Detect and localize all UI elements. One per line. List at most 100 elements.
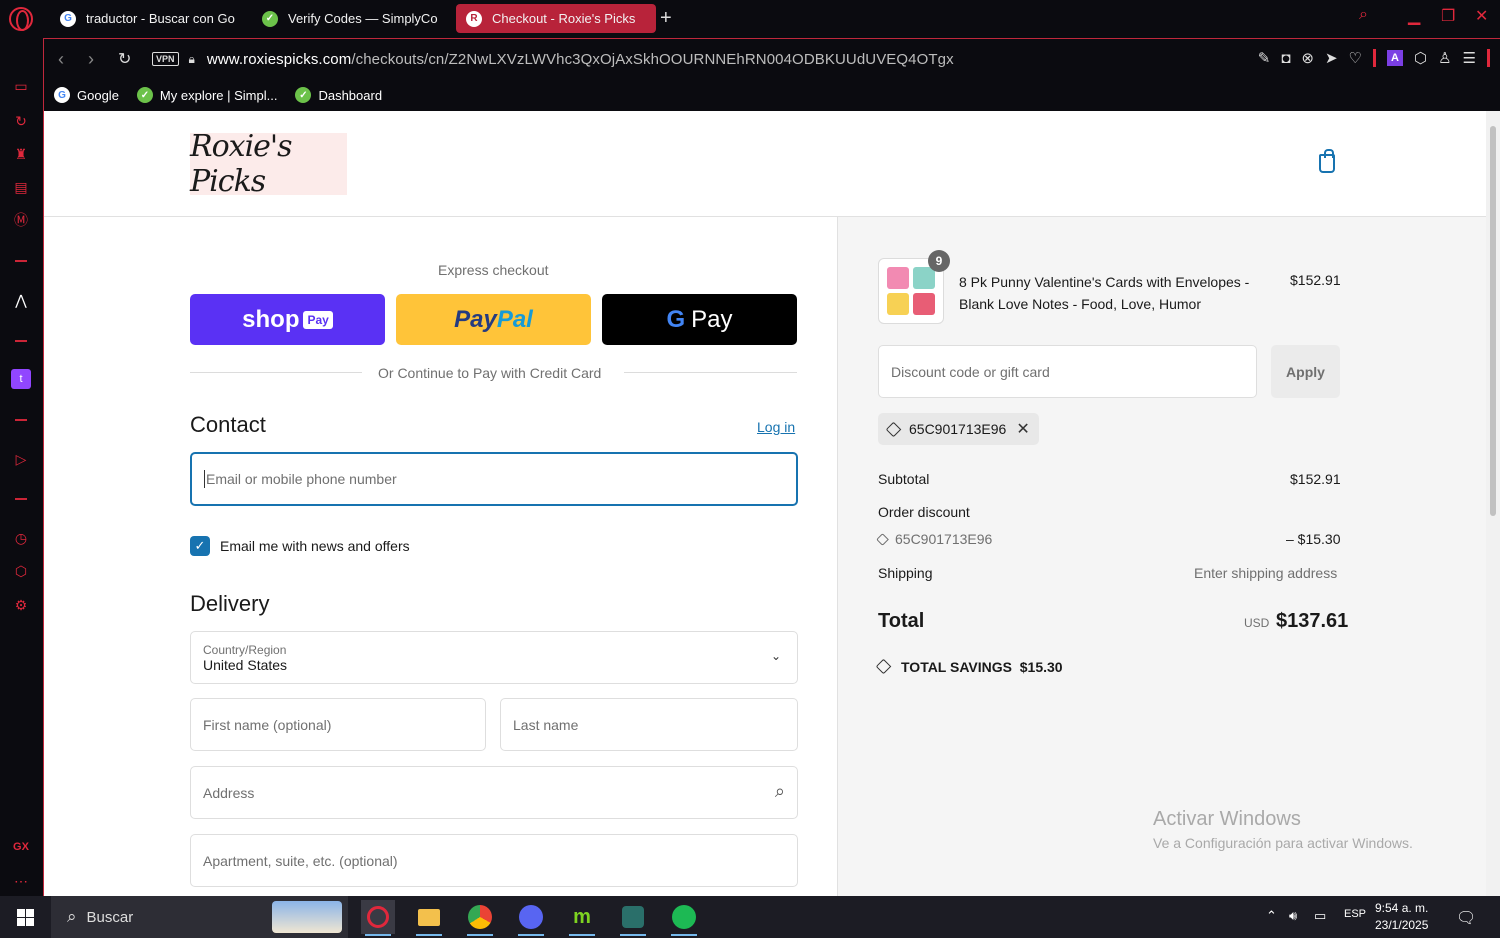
apply-button[interactable]: Apply xyxy=(1271,345,1340,398)
discount-code-field[interactable]: Discount code or gift card xyxy=(878,345,1257,398)
shop-pay-label: shop xyxy=(242,305,300,333)
reload-icon[interactable]: ↻ xyxy=(118,49,134,69)
remove-code-icon[interactable]: ✕ xyxy=(1016,419,1029,439)
shop-pay-button[interactable]: shop Pay xyxy=(190,294,385,345)
windows-start-icon[interactable] xyxy=(17,909,34,926)
settings-gear-icon[interactable]: ⚙ xyxy=(11,595,31,615)
country-select[interactable]: Country/Region United States ⌄ xyxy=(190,631,798,684)
spotify-icon[interactable] xyxy=(667,900,701,936)
profile-icon[interactable]: ♙ xyxy=(1438,49,1451,67)
country-value: United States xyxy=(203,656,288,673)
shopping-bag-icon[interactable] xyxy=(1319,149,1335,173)
product-title: 8 Pk Punny Valentine's Cards with Envelo… xyxy=(959,271,1249,315)
last-name-field[interactable]: Last name xyxy=(500,698,798,751)
tab-traductor[interactable]: G traductor - Buscar con Go xyxy=(50,4,245,33)
cube-icon[interactable]: ⬡ xyxy=(1414,49,1427,67)
bookmark-dashboard[interactable]: ✓ Dashboard xyxy=(295,87,382,103)
first-name-placeholder: First name (optional) xyxy=(203,716,332,733)
tab-title: Checkout - Roxie's Picks xyxy=(492,11,636,26)
apartment-field[interactable]: Apartment, suite, etc. (optional) xyxy=(190,834,798,887)
tab-checkout[interactable]: R Checkout - Roxie's Picks xyxy=(456,4,656,33)
bookmark-label: Google xyxy=(77,87,119,103)
store-logo[interactable]: Roxie's Picks xyxy=(190,129,347,199)
applied-discount-chip: 65C901713E96 ✕ xyxy=(878,413,1039,445)
bookmarks-bar: G Google ✓ My explore | Simpl... ✓ Dashb… xyxy=(44,79,1500,111)
chrome-icon[interactable] xyxy=(463,900,497,936)
paypal-label-pal: Pal xyxy=(496,305,533,333)
minimize-icon[interactable]: ▁ xyxy=(1408,6,1420,26)
google-pay-button[interactable]: G Pay xyxy=(602,294,797,345)
news-checkbox-label: Email me with news and offers xyxy=(220,538,410,554)
gx-cleaner-icon[interactable]: ↻ xyxy=(11,111,31,131)
express-checkout-label: Express checkout xyxy=(438,262,549,278)
forward-icon[interactable]: › xyxy=(88,49,104,70)
tab-search-icon[interactable]: ⌕ xyxy=(1359,6,1368,24)
product-title-line2: Blank Love Notes - Food, Love, Humor xyxy=(959,296,1202,312)
news-checkbox[interactable]: ✓ xyxy=(190,536,210,556)
paypal-button[interactable]: Pay Pal xyxy=(396,294,591,345)
first-name-field[interactable]: First name (optional) xyxy=(190,698,486,751)
adblock-icon[interactable]: ⊗ xyxy=(1301,49,1314,67)
taskbar-clock[interactable]: 9:54 a. m. 23/1/2025 xyxy=(1375,900,1428,934)
opera-sidebar: ▭ ↻ ♜ ▤ Ⓜ ⋀ t ▷ ◷ ⬡ ⚙ GX ⋯ xyxy=(0,38,43,896)
subtotal-label: Subtotal xyxy=(878,471,930,487)
camera-icon[interactable]: ◘ xyxy=(1281,50,1290,67)
bookmark-my-explore[interactable]: ✓ My explore | Simpl... xyxy=(136,87,278,103)
gx-corner-icon[interactable]: ♜ xyxy=(11,144,31,164)
tab-verify-codes[interactable]: ✓ Verify Codes — SimplyCo xyxy=(252,4,447,33)
discount-code: 65C901713E96 xyxy=(895,531,993,547)
quantity-badge: 9 xyxy=(928,250,950,272)
mango-app-icon[interactable]: m xyxy=(565,900,599,936)
opera-menu-icon[interactable] xyxy=(9,7,33,31)
discord-icon[interactable] xyxy=(514,900,548,936)
network-icon[interactable]: ▭ xyxy=(1314,908,1326,924)
language-indicator[interactable]: ESP xyxy=(1344,908,1366,920)
vpn-badge[interactable]: VPN xyxy=(152,52,179,66)
tab-title: Verify Codes — SimplyCo xyxy=(288,11,438,26)
sidebar-divider xyxy=(15,498,27,500)
gx-logo-icon[interactable]: GX xyxy=(11,837,31,857)
shipping-label: Shipping xyxy=(878,565,933,581)
login-link[interactable]: Log in xyxy=(757,419,795,435)
scrollbar-thumb[interactable] xyxy=(1490,126,1496,516)
opera-gx-taskbar-icon[interactable] xyxy=(361,900,395,936)
maximize-icon[interactable]: ❐ xyxy=(1441,6,1455,26)
video-player-icon[interactable]: ▷ xyxy=(11,449,31,469)
taskbar-search[interactable]: ⌕ Buscar xyxy=(51,896,348,938)
volume-icon[interactable]: 🔊︎ xyxy=(1289,908,1297,924)
extension-a-icon[interactable]: A xyxy=(1386,50,1403,66)
bookmark-google[interactable]: G Google xyxy=(54,87,119,103)
tray-chevron-up-icon[interactable]: ⌃ xyxy=(1266,908,1277,924)
easy-setup-icon[interactable]: ☰ xyxy=(1463,49,1476,67)
extensions-icon[interactable]: ⬡ xyxy=(11,561,31,581)
new-tab-plus-icon[interactable]: + xyxy=(660,7,672,29)
more-icon[interactable]: ⋯ xyxy=(11,871,31,891)
last-name-placeholder: Last name xyxy=(513,716,579,733)
url-field[interactable]: www.roxiespicks.com/checkouts/cn/Z2NwLXV… xyxy=(207,51,954,68)
file-explorer-icon[interactable] xyxy=(412,900,446,936)
contact-heading: Contact xyxy=(190,412,266,437)
page-scrollbar[interactable] xyxy=(1486,111,1500,896)
send-icon[interactable]: ➤ xyxy=(1325,49,1338,67)
aria-icon[interactable]: ⋀ xyxy=(11,290,31,310)
email-field[interactable]: Email or mobile phone number xyxy=(190,452,798,506)
player-icon[interactable]: ▤ xyxy=(11,177,31,197)
roxies-picks-icon: R xyxy=(466,10,482,27)
product-price: $152.91 xyxy=(1290,272,1341,288)
bookmark-label: My explore | Simpl... xyxy=(159,87,278,103)
address-field[interactable]: Address ⌕ xyxy=(190,766,798,819)
game-launcher-icon[interactable] xyxy=(616,900,650,936)
windows-watermark-text: Ve a Configuración para activar Windows. xyxy=(1153,835,1413,851)
twitch-icon[interactable]: t xyxy=(11,369,31,389)
heart-icon[interactable]: ♡ xyxy=(1349,49,1362,67)
lock-icon[interactable]: 🔒︎ xyxy=(189,52,195,67)
gx-control-icon[interactable]: ▭ xyxy=(11,76,31,96)
url-domain: www.roxiespicks.com xyxy=(206,50,352,68)
notifications-icon[interactable]: 🗨︎ xyxy=(1456,908,1476,928)
history-icon[interactable]: ◷ xyxy=(11,528,31,548)
messenger-icon[interactable]: Ⓜ xyxy=(11,210,31,230)
back-icon[interactable]: ‹ xyxy=(58,49,74,70)
shipping-value: Enter shipping address xyxy=(1194,565,1338,581)
close-window-icon[interactable]: ✕ xyxy=(1475,6,1488,26)
edit-snapshot-icon[interactable]: ✎ xyxy=(1258,49,1271,67)
